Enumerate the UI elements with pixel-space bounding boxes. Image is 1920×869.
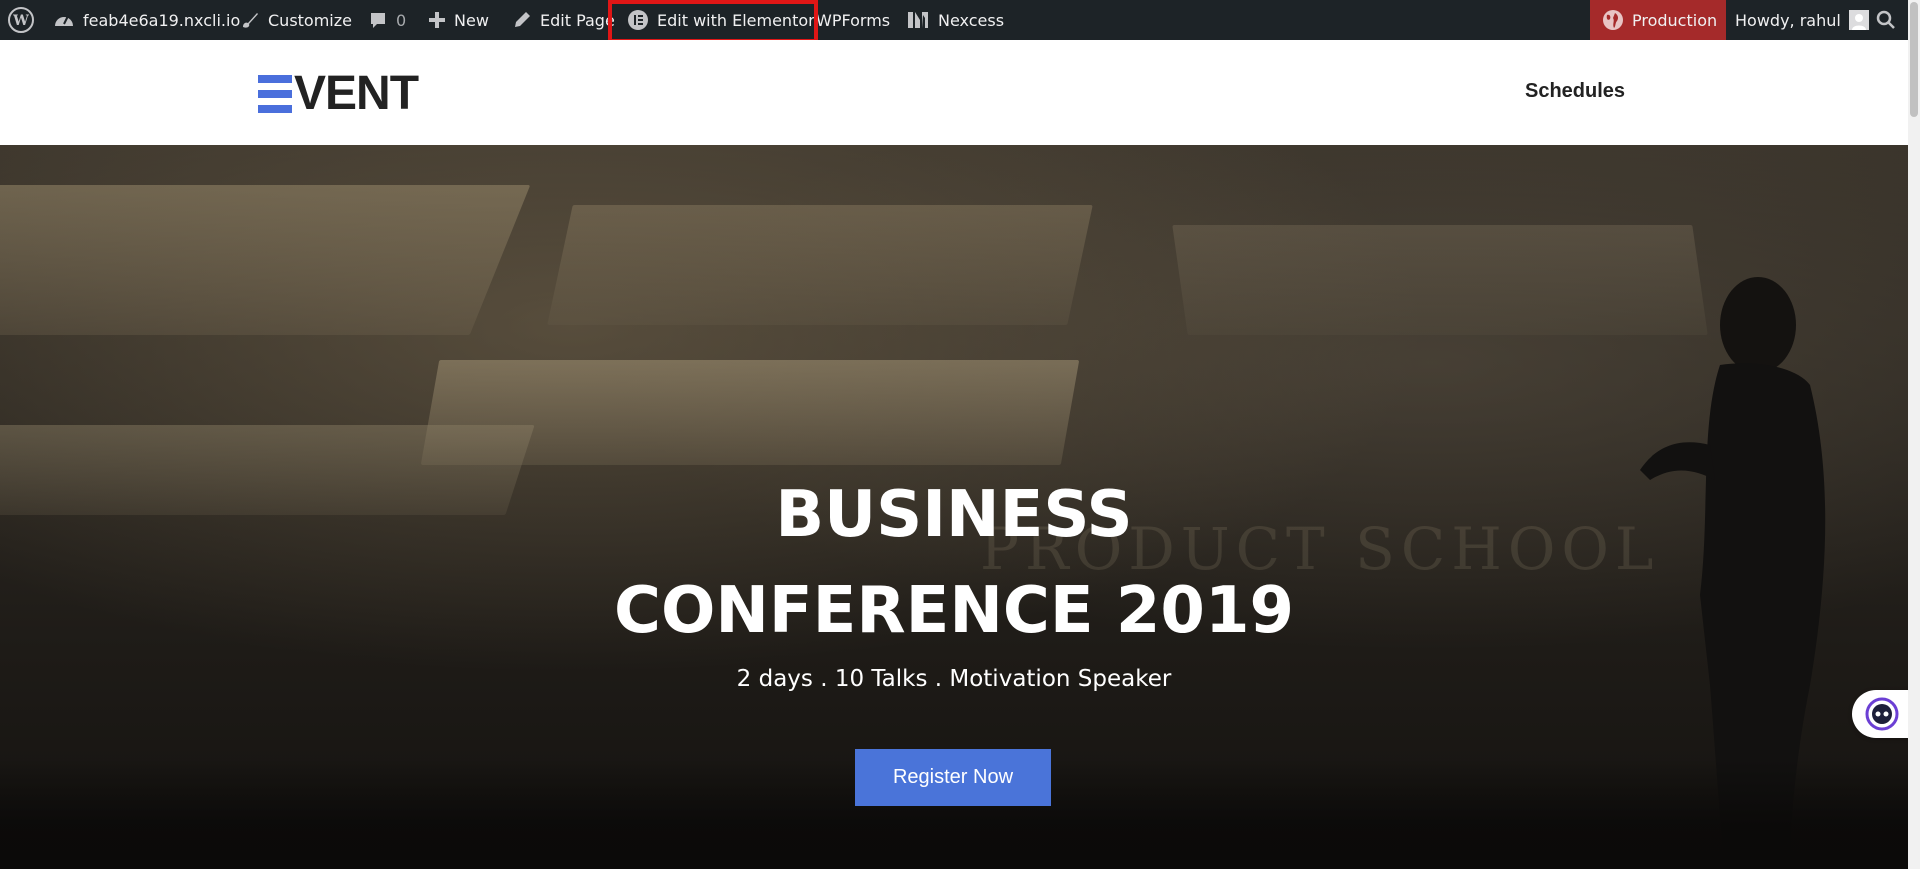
hero-title-line-2: CONFERENCE 2019 bbox=[613, 574, 1295, 648]
edit-page-label: Edit Page bbox=[540, 10, 615, 30]
new-label: New bbox=[454, 10, 489, 30]
chat-bot-icon bbox=[1865, 697, 1899, 731]
my-account-menu[interactable]: Howdy, rahul bbox=[1735, 0, 1869, 40]
customize-label: Customize bbox=[268, 10, 352, 30]
comments-count: 0 bbox=[396, 10, 407, 30]
logo-bars-icon bbox=[258, 75, 292, 113]
comments-link[interactable]: 0 bbox=[368, 0, 406, 40]
logo-text: VENT bbox=[294, 67, 419, 120]
nexcess-menu[interactable]: Nexcess bbox=[906, 0, 1004, 40]
admin-search-button[interactable] bbox=[1876, 0, 1904, 40]
comment-icon bbox=[368, 10, 388, 30]
nexcess-label: Nexcess bbox=[938, 10, 1005, 30]
wordpress-icon: W bbox=[8, 7, 34, 33]
customize-link[interactable]: Customize bbox=[240, 0, 352, 40]
plus-icon bbox=[428, 11, 446, 29]
ceiling-light bbox=[547, 205, 1093, 325]
page-scrollbar[interactable] bbox=[1908, 0, 1920, 869]
chat-widget-button[interactable] bbox=[1852, 690, 1912, 738]
pencil-icon bbox=[512, 10, 532, 30]
hero-subtitle: 2 days . 10 Talks . Motivation Speaker bbox=[736, 666, 1172, 692]
hero-title-line-1: BUSINESS bbox=[775, 478, 1133, 552]
greeting-label: Howdy, rahul bbox=[1735, 10, 1841, 30]
site-logo[interactable]: VENT bbox=[258, 67, 419, 120]
highlight-box bbox=[608, 0, 818, 43]
wpforms-menu[interactable]: WPForms bbox=[816, 0, 890, 40]
globe-icon bbox=[1602, 9, 1624, 31]
brush-icon bbox=[240, 10, 260, 30]
ceiling-light bbox=[1172, 225, 1708, 335]
site-header: VENT Schedules bbox=[0, 40, 1908, 145]
site-name-label: feab4e6a19.nxcli.io bbox=[83, 10, 241, 30]
site-name-menu[interactable]: feab4e6a19.nxcli.io bbox=[53, 0, 240, 40]
wpforms-label: WPForms bbox=[816, 10, 891, 30]
environment-badge[interactable]: Production bbox=[1590, 0, 1726, 40]
svg-text:W: W bbox=[12, 13, 29, 29]
ceiling-light bbox=[0, 185, 531, 335]
wp-admin-bar: W feab4e6a19.nxcli.io Customize 0 New Ed… bbox=[0, 0, 1920, 40]
scrollbar-thumb[interactable] bbox=[1910, 2, 1918, 117]
search-icon bbox=[1876, 10, 1896, 30]
environment-label: Production bbox=[1632, 10, 1718, 30]
dashboard-icon bbox=[53, 10, 75, 30]
avatar bbox=[1848, 10, 1869, 30]
hero-section: PRODUCT SCHOOL BUSINESS CONFERENCE 2019 … bbox=[0, 145, 1908, 869]
nexcess-icon bbox=[906, 10, 930, 30]
wp-logo-menu[interactable]: W bbox=[8, 0, 42, 40]
nav-link-schedules[interactable]: Schedules bbox=[1525, 80, 1625, 103]
new-content-menu[interactable]: New bbox=[428, 0, 489, 40]
edit-page-link[interactable]: Edit Page bbox=[512, 0, 615, 40]
register-now-button[interactable]: Register Now bbox=[855, 749, 1051, 806]
